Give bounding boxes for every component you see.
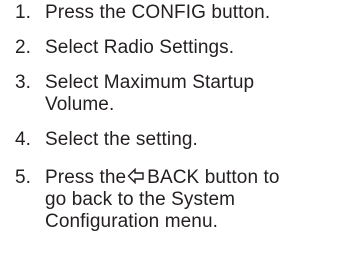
step-text-line: Press the CONFIG button. (45, 2, 271, 23)
step-text: Press the BACK button to go back to the S… (45, 167, 350, 233)
step-number: 3. (15, 72, 32, 93)
step-text-line: Select Maximum Startup (45, 72, 255, 93)
step-number: 5. (15, 167, 32, 188)
step-number: 2. (15, 37, 32, 58)
step-text-line: Configuration menu. (45, 211, 219, 232)
step-text-line: go back to the System (45, 189, 236, 210)
step-text-line: Volume. (45, 94, 115, 115)
step-text-segment: Press the (45, 167, 127, 188)
step-text-line: Select Radio Settings. (45, 37, 235, 58)
step-text: Select the setting. (45, 129, 350, 151)
step-text-line: Select the setting. (45, 129, 198, 150)
step-number: 4. (15, 129, 32, 150)
step-text: Select Radio Settings. (45, 37, 350, 59)
step-text-line: Press the BACK button to (45, 167, 350, 189)
back-arrow-icon (127, 167, 145, 185)
step-text: Select Maximum Startup Volume. (45, 72, 350, 116)
step-text-segment: BACK button to (147, 167, 280, 188)
step-number: 1. (15, 2, 32, 23)
step-text: Press the CONFIG button. (45, 2, 350, 24)
